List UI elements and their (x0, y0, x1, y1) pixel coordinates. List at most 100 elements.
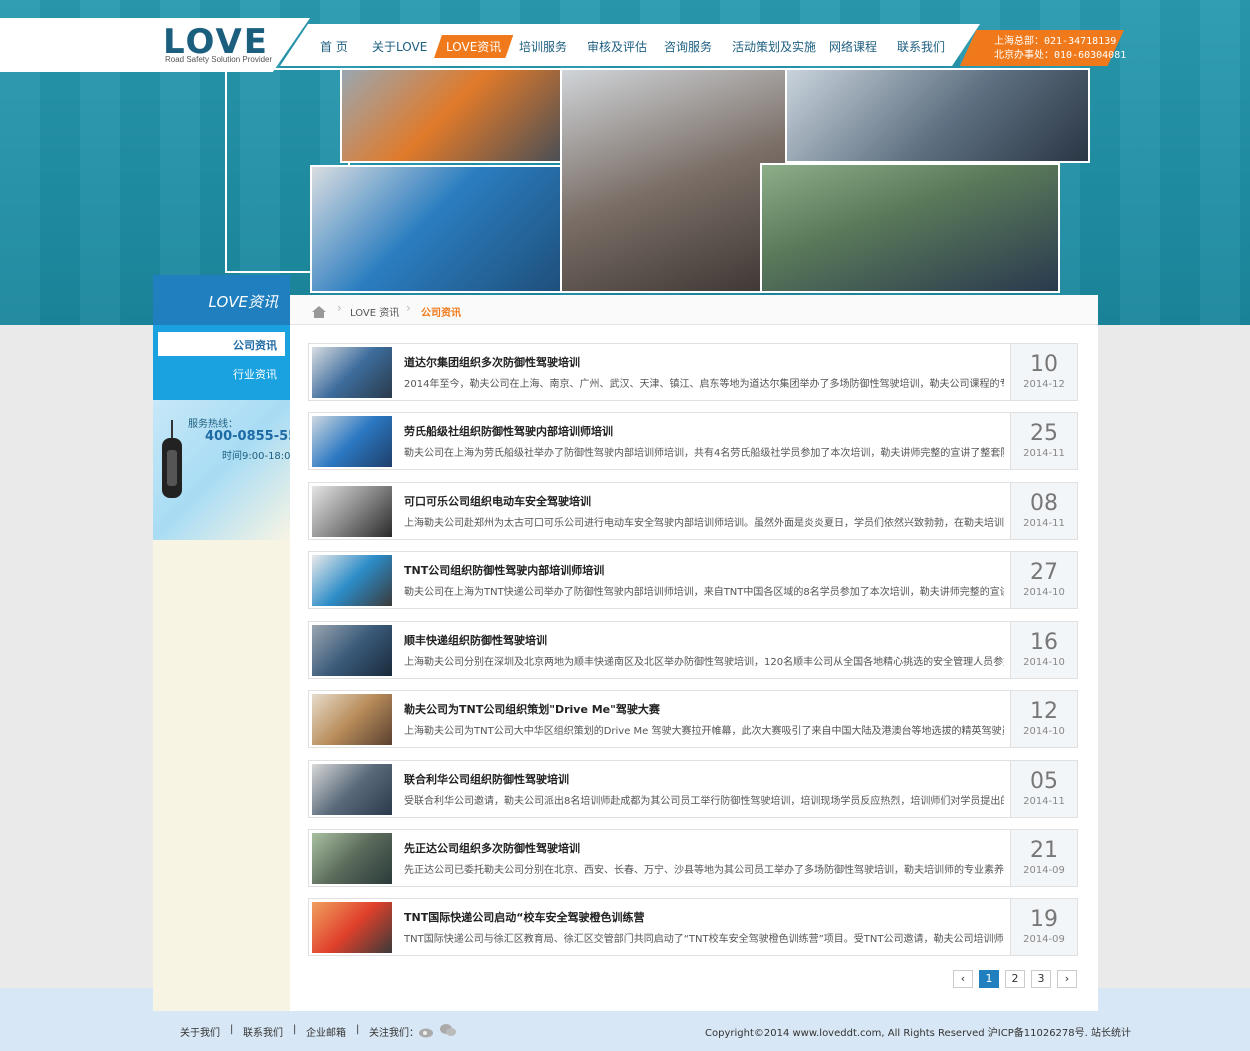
news-day: 19 (1030, 907, 1058, 932)
news-desc: 勒夫公司在上海为TNT快递公司举办了防御性驾驶内部培训师培训，来自TNT中国各区… (404, 587, 1004, 598)
news-date: 27 2014-10 (1010, 552, 1077, 608)
news-day: 08 (1030, 491, 1058, 516)
news-thumbnail[interactable] (312, 555, 392, 606)
news-desc: 勒夫公司在上海为劳氏船级社举办了防御性驾驶内部培训师培训，共有4名劳氏船级社学员… (404, 448, 1004, 459)
news-date: 12 2014-10 (1010, 691, 1077, 747)
nav-contact[interactable]: 联系我们 (897, 38, 945, 55)
news-ym: 2014-11 (1023, 518, 1065, 529)
nav-home[interactable]: 首 页 (320, 38, 348, 55)
pagination-page-3[interactable]: 3 (1031, 970, 1051, 988)
pagination-page-1[interactable]: 1 (979, 970, 999, 988)
news-title[interactable]: 联合利华公司组织防御性驾驶培训 (404, 771, 569, 787)
news-desc: 上海勒夫公司赴郑州为太古可口可乐公司进行电动车安全驾驶内部培训师培训。虽然外面是… (404, 518, 1004, 529)
news-date: 19 2014-09 (1010, 899, 1077, 955)
logo-tagline: Road Safety Solution Provider (165, 55, 273, 64)
news-item[interactable]: 道达尔集团组织多次防御性驾驶培训 2014年至今，勒夫公司在上海、南京、广州、武… (308, 343, 1078, 401)
news-ym: 2014-10 (1023, 726, 1065, 737)
news-date: 21 2014-09 (1010, 830, 1077, 886)
news-item[interactable]: 顺丰快递组织防御性驾驶培训 上海勒夫公司分别在深圳及北京两地为顺丰快递南区及北区… (308, 621, 1078, 679)
news-desc: TNT国际快递公司与徐汇区教育局、徐汇区交管部门共同启动了“TNT校车安全驾驶橙… (404, 934, 1004, 945)
news-date: 08 2014-11 (1010, 483, 1077, 539)
weibo-icon[interactable] (418, 1023, 434, 1042)
news-title[interactable]: 道达尔集团组织多次防御性驾驶培训 (404, 354, 580, 370)
news-ym: 2014-10 (1023, 657, 1065, 668)
news-date: 25 2014-11 (1010, 413, 1077, 469)
breadcrumb (290, 295, 1098, 325)
footer-copyright: Copyright©2014 www.loveddt.com, All Righ… (705, 1028, 1132, 1039)
news-thumbnail[interactable] (312, 486, 392, 537)
nav-news[interactable]: LOVE资讯 (434, 35, 514, 58)
news-ym: 2014-09 (1023, 865, 1065, 876)
news-day: 25 (1030, 421, 1058, 446)
breadcrumb-sep-icon: › (406, 301, 411, 315)
news-date: 16 2014-10 (1010, 622, 1077, 678)
news-ym: 2014-11 (1023, 448, 1065, 459)
news-item[interactable]: 联合利华公司组织防御性驾驶培训 受联合利华公司邀请，勒夫公司派出8名培训师赴成都… (308, 760, 1078, 818)
home-icon[interactable] (312, 303, 326, 322)
sidebar-item-industry-news[interactable]: 行业资讯 (158, 361, 285, 385)
news-thumbnail[interactable] (312, 902, 392, 953)
news-day: 16 (1030, 630, 1058, 655)
news-thumbnail[interactable] (312, 833, 392, 884)
news-item[interactable]: TNT国际快递公司启动“校车安全驾驶橙色训练营 TNT国际快递公司与徐汇区教育局… (308, 898, 1078, 956)
news-title[interactable]: TNT国际快递公司启动“校车安全驾驶橙色训练营 (404, 909, 644, 925)
news-thumbnail[interactable] (312, 416, 392, 467)
banner-photo-3 (310, 165, 565, 293)
news-title[interactable]: 勒夫公司为TNT公司组织策划"Drive Me"驾驶大赛 (404, 701, 660, 717)
footer-follow-label: 关注我们： (369, 1028, 419, 1039)
footer-divider: | (356, 1024, 360, 1035)
news-date: 10 2014-12 (1010, 344, 1077, 400)
footer-about-link[interactable]: 关于我们 (180, 1024, 220, 1039)
news-ym: 2014-11 (1023, 796, 1065, 807)
news-title[interactable]: 顺丰快递组织防御性驾驶培训 (404, 632, 547, 648)
nav-consulting[interactable]: 咨询服务 (664, 38, 712, 55)
news-ym: 2014-10 (1023, 587, 1065, 598)
news-desc: 上海勒夫公司分别在深圳及北京两地为顺丰快递南区及北区举办防御性驾驶培训，120名… (404, 657, 1004, 668)
footer-contact-link[interactable]: 联系我们 (243, 1024, 283, 1039)
nav-audit[interactable]: 审核及评估 (587, 38, 647, 55)
news-item[interactable]: TNT公司组织防御性驾驶内部培训师培训 勒夫公司在上海为TNT快递公司举办了防御… (308, 551, 1078, 609)
sidebar-title-text: LOVE资讯 (208, 293, 278, 311)
news-day: 12 (1030, 699, 1058, 724)
pagination-prev-button[interactable]: ‹ (953, 970, 973, 988)
phone-icon (160, 420, 184, 500)
news-desc: 先正达公司已委托勒夫公司分别在北京、西安、长春、万宁、沙县等地为其公司员工举办了… (404, 865, 1004, 876)
news-title[interactable]: 可口可乐公司组织电动车安全驾驶培训 (404, 493, 591, 509)
sidebar-item-company-news[interactable]: 公司资讯 (158, 332, 285, 356)
news-thumbnail[interactable] (312, 694, 392, 745)
nav-online-course[interactable]: 网络课程 (829, 38, 877, 55)
pagination-page-2[interactable]: 2 (1005, 970, 1025, 988)
footer-email-link[interactable]: 企业邮箱 (306, 1024, 346, 1039)
news-title[interactable]: TNT公司组织防御性驾驶内部培训师培训 (404, 562, 604, 578)
news-title[interactable]: 先正达公司组织多次防御性驾驶培训 (404, 840, 580, 856)
news-ym: 2014-09 (1023, 934, 1065, 945)
nav-training[interactable]: 培训服务 (519, 38, 567, 55)
banner-photo-6 (760, 163, 1060, 293)
sidebar-title: LOVE资讯 (153, 275, 290, 325)
news-desc: 上海勒夫公司为TNT公司大中华区组织策划的Drive Me 驾驶大赛拉开帷幕，此… (404, 726, 1004, 737)
hotline-hours: 时间9:00-18:00 (222, 451, 297, 462)
news-day: 10 (1030, 352, 1058, 377)
news-item[interactable]: 劳氏船级社组织防御性驾驶内部培训师培训 勒夫公司在上海为劳氏船级社举办了防御性驾… (308, 412, 1078, 470)
news-date: 05 2014-11 (1010, 761, 1077, 817)
nav-events[interactable]: 活动策划及实施 (732, 38, 816, 55)
news-thumbnail[interactable] (312, 764, 392, 815)
news-desc: 受联合利华公司邀请，勒夫公司派出8名培训师赴成都为其公司员工举行防御性驾驶培训，… (404, 796, 1004, 807)
hotline-label: 服务热线： (188, 419, 238, 430)
news-item[interactable]: 先正达公司组织多次防御性驾驶培训 先正达公司已委托勒夫公司分别在北京、西安、长春… (308, 829, 1078, 887)
news-day: 05 (1030, 769, 1058, 794)
news-item[interactable]: 勒夫公司为TNT公司组织策划"Drive Me"驾驶大赛 上海勒夫公司为TNT公… (308, 690, 1078, 748)
news-ym: 2014-12 (1023, 379, 1065, 390)
nav-about[interactable]: 关于LOVE (372, 38, 427, 55)
breadcrumb-level1[interactable]: LOVE 资讯 (350, 304, 399, 319)
banner-photo-5 (785, 68, 1090, 163)
news-title[interactable]: 劳氏船级社组织防御性驾驶内部培训师培训 (404, 423, 613, 439)
pagination-next-button[interactable]: › (1057, 970, 1077, 988)
news-thumbnail[interactable] (312, 347, 392, 398)
news-item[interactable]: 可口可乐公司组织电动车安全驾驶培训 上海勒夫公司赴郑州为太古可口可乐公司进行电动… (308, 482, 1078, 540)
banner-photo-2 (340, 68, 580, 163)
news-thumbnail[interactable] (312, 625, 392, 676)
wechat-icon[interactable] (440, 1022, 456, 1041)
footer-divider: | (293, 1024, 297, 1035)
beijing-phone: 北京办事处：010-60304081 (994, 50, 1127, 61)
